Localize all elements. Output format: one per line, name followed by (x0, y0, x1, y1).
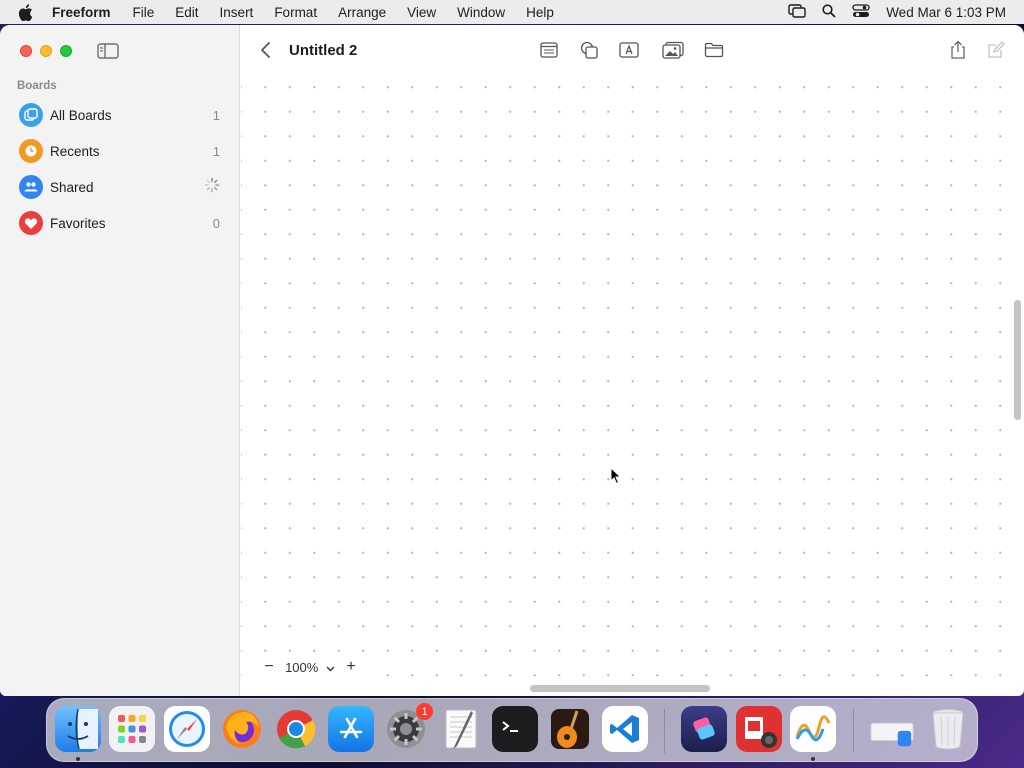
chevron-down-icon (326, 666, 335, 671)
safari-icon[interactable] (164, 706, 210, 752)
launchpad-icon[interactable] (109, 706, 155, 752)
menu-window[interactable]: Window (457, 5, 505, 20)
downloads-stack-icon[interactable] (869, 706, 915, 752)
zoom-window-button[interactable] (60, 45, 72, 57)
zoom-out-button[interactable]: − (258, 658, 280, 676)
terminal-icon[interactable] (492, 706, 538, 752)
sidebar-section-title: Boards (17, 80, 57, 92)
mouse-pointer-icon (610, 466, 622, 485)
zoom-level-select[interactable]: 100% (280, 660, 340, 675)
sidebar-toggle-icon[interactable] (97, 43, 119, 59)
sidebar-item-count: 1 (212, 107, 220, 123)
window-controls (20, 45, 72, 57)
sidebar-item-count: 1 (212, 143, 220, 159)
menu-insert[interactable]: Insert (220, 5, 254, 20)
clock-icon (19, 139, 43, 163)
garageband-icon[interactable] (547, 706, 593, 752)
sidebar-item-count: 0 (212, 215, 220, 231)
spotlight-search-icon[interactable] (822, 3, 836, 21)
menu-edit[interactable]: Edit (175, 5, 198, 20)
zoom-control: − 100% + (258, 655, 368, 679)
folder-icon[interactable] (702, 39, 726, 61)
compose-icon (984, 39, 1008, 61)
text-box-icon[interactable] (617, 39, 641, 61)
back-chevron-icon[interactable] (259, 41, 273, 59)
menu-view[interactable]: View (407, 5, 436, 20)
share-icon[interactable] (946, 39, 970, 61)
freeform-window: Boards All Boards 1 Recents 1 Shared Fav… (0, 25, 1024, 696)
menu-arrange[interactable]: Arrange (338, 5, 386, 20)
chrome-icon[interactable] (273, 706, 319, 752)
menu-bar: Freeform File Edit Insert Format Arrange… (0, 0, 1024, 24)
freeform-icon[interactable] (790, 706, 836, 752)
apple-menu-icon[interactable] (18, 3, 36, 21)
running-indicator (811, 757, 815, 761)
vertical-scrollbar[interactable] (1014, 300, 1021, 420)
screen-mirroring-icon[interactable] (788, 3, 806, 21)
people-icon (19, 175, 43, 199)
trash-icon[interactable] (925, 706, 971, 752)
heart-icon (19, 211, 43, 235)
sidebar-item-favorites[interactable]: Favorites 0 (0, 205, 240, 241)
close-window-button[interactable] (20, 45, 32, 57)
sidebar-item-label: All Boards (50, 107, 112, 123)
photo-booth-icon[interactable] (736, 706, 782, 752)
zoom-in-button[interactable]: + (340, 658, 362, 676)
menu-help[interactable]: Help (526, 5, 554, 20)
sidebar-item-label: Shared (50, 179, 94, 195)
sidebar-item-label: Favorites (50, 215, 106, 231)
sidebar: Boards All Boards 1 Recents 1 Shared Fav… (0, 25, 240, 696)
sidebar-item-all-boards[interactable]: All Boards 1 (0, 97, 240, 133)
dock: 1 (46, 698, 978, 762)
sidebar-item-shared[interactable]: Shared (0, 169, 240, 205)
minimize-window-button[interactable] (40, 45, 52, 57)
menu-file[interactable]: File (133, 5, 155, 20)
zoom-level-value: 100% (285, 659, 319, 675)
board-list: All Boards 1 Recents 1 Shared Favorites … (0, 97, 240, 241)
shortcuts-icon[interactable] (681, 706, 727, 752)
menu-clock[interactable]: Wed Mar 6 1:03 PM (886, 5, 1006, 20)
all-boards-icon (19, 103, 43, 127)
sidebar-item-label: Recents (50, 143, 100, 159)
board-toolbar: Untitled 2 (241, 25, 1024, 75)
sidebar-item-recents[interactable]: Recents 1 (0, 133, 240, 169)
vscode-icon[interactable] (602, 706, 648, 752)
media-icon[interactable] (661, 39, 685, 61)
notification-badge: 1 (416, 703, 433, 720)
board-title[interactable]: Untitled 2 (289, 42, 357, 59)
horizontal-scrollbar[interactable] (530, 685, 710, 692)
sticky-note-icon[interactable] (537, 39, 561, 61)
dock-separator (664, 709, 665, 753)
textedit-icon[interactable] (438, 706, 484, 752)
control-center-icon[interactable] (852, 3, 870, 21)
firefox-icon[interactable] (219, 706, 265, 752)
loading-spinner-icon (204, 177, 220, 198)
running-indicator (76, 757, 80, 761)
menu-format[interactable]: Format (274, 5, 317, 20)
dock-separator (853, 709, 854, 753)
board-canvas[interactable] (241, 75, 1010, 680)
finder-icon[interactable] (55, 706, 101, 752)
shapes-icon[interactable] (577, 39, 601, 61)
app-store-icon[interactable] (328, 706, 374, 752)
menu-app-name[interactable]: Freeform (52, 5, 111, 20)
